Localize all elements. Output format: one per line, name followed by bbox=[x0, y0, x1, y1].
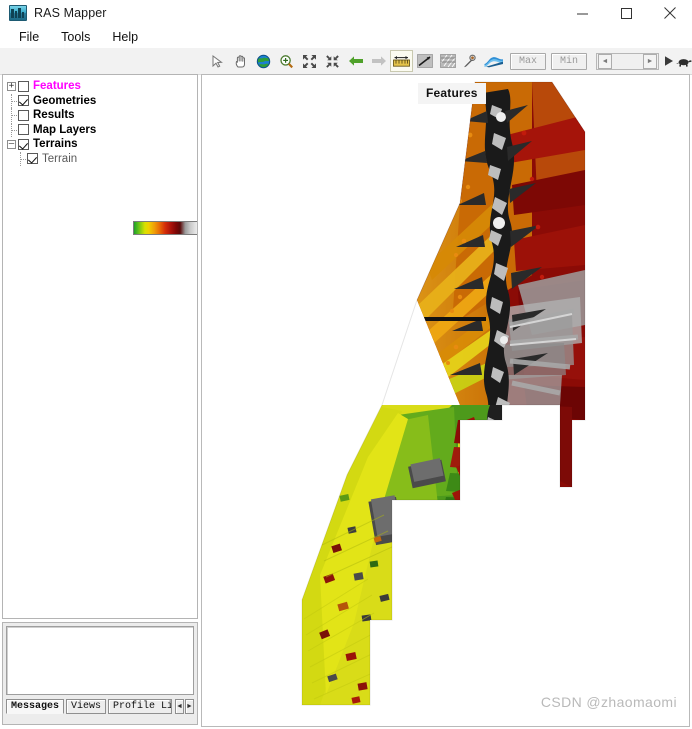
tree-node-map-layers[interactable]: Map Layers bbox=[7, 122, 197, 138]
tree-label-results: Results bbox=[33, 109, 75, 122]
tree-label-features: Features bbox=[33, 80, 81, 93]
back-arrow-icon[interactable] bbox=[344, 50, 367, 72]
tabs-scroll-right[interactable]: ► bbox=[185, 699, 194, 714]
tree-node-results[interactable]: Results bbox=[7, 108, 197, 123]
min-button[interactable]: Min bbox=[551, 52, 587, 70]
menu-bar: File Tools Help bbox=[0, 26, 692, 48]
checkbox-results[interactable] bbox=[18, 109, 29, 121]
tree-node-features[interactable]: + Features bbox=[7, 79, 197, 94]
tree-label-terrain: Terrain bbox=[42, 152, 78, 165]
expand-icon-features[interactable]: + bbox=[7, 81, 16, 91]
layers-tree-panel: + Features Geometries Results Map Layers bbox=[2, 74, 198, 619]
toolbar: Max Min ◄ ► bbox=[0, 48, 692, 75]
water-surface-icon[interactable] bbox=[482, 50, 505, 72]
checkbox-terrains[interactable] bbox=[18, 138, 29, 150]
tab-messages[interactable]: Messages bbox=[6, 699, 65, 714]
globe-icon[interactable] bbox=[252, 50, 275, 72]
pan-hand-icon[interactable] bbox=[229, 50, 252, 72]
messages-textarea[interactable] bbox=[6, 626, 194, 695]
measure-ruler-icon[interactable] bbox=[390, 50, 413, 72]
watermark: CSDN @zhaomaomi bbox=[540, 694, 677, 710]
tree-node-geometries[interactable]: Geometries bbox=[7, 93, 197, 109]
zoom-in-icon[interactable] bbox=[275, 50, 298, 72]
close-icon[interactable] bbox=[648, 0, 692, 26]
map-view[interactable]: Features CSDN @zhaomaomi bbox=[201, 74, 690, 727]
menu-help[interactable]: Help bbox=[102, 28, 148, 46]
forward-arrow-icon[interactable] bbox=[367, 50, 390, 72]
checkbox-map-layers[interactable] bbox=[18, 124, 29, 136]
select-arrow-icon[interactable] bbox=[206, 50, 229, 72]
bottom-panel: Messages Views Profile Line ◄ ► bbox=[2, 622, 198, 725]
tree-label-map-layers: Map Layers bbox=[33, 123, 97, 136]
map-layer-label: Features bbox=[418, 83, 486, 104]
collapse-icon-terrains[interactable]: – bbox=[7, 139, 16, 149]
checkbox-terrain[interactable] bbox=[27, 153, 38, 165]
tree-node-terrains[interactable]: – Terrains bbox=[7, 137, 197, 152]
tree-connector bbox=[7, 108, 18, 123]
window-title: RAS Mapper bbox=[34, 6, 107, 20]
tree-connector bbox=[7, 93, 18, 108]
tabs-scroll-left[interactable]: ◄ bbox=[175, 699, 185, 714]
slider-left-arrow[interactable]: ◄ bbox=[598, 53, 612, 69]
title-bar: RAS Mapper bbox=[0, 0, 692, 27]
tree-label-geometries: Geometries bbox=[33, 94, 97, 107]
terrain-colorbar bbox=[133, 221, 197, 235]
zoom-to-extent-icon[interactable] bbox=[298, 50, 321, 72]
zoom-out-icon[interactable] bbox=[321, 50, 344, 72]
stamp-tool-icon[interactable] bbox=[459, 50, 482, 72]
layers-tree: + Features Geometries Results Map Layers bbox=[3, 75, 197, 166]
turtle-icon[interactable] bbox=[675, 51, 692, 71]
max-button[interactable]: Max bbox=[510, 52, 546, 70]
ras-mapper-window: RAS Mapper File Tools Help Max Min ◄ ► +… bbox=[0, 0, 692, 729]
tree-label-terrains: Terrains bbox=[33, 138, 78, 151]
window-controls bbox=[560, 0, 692, 26]
tree-node-terrain[interactable]: Terrain bbox=[7, 151, 197, 167]
play-icon[interactable] bbox=[663, 51, 675, 71]
menu-file[interactable]: File bbox=[9, 28, 49, 46]
slider-right-arrow[interactable]: ► bbox=[643, 53, 657, 69]
tab-profile-line[interactable]: Profile Line bbox=[108, 699, 173, 714]
tab-views[interactable]: Views bbox=[66, 699, 107, 714]
profile-line-icon[interactable] bbox=[413, 50, 436, 72]
minimize-icon[interactable] bbox=[560, 0, 604, 26]
terrain-raster bbox=[202, 75, 689, 726]
ras-mapper-icon bbox=[9, 5, 27, 21]
hatch-grid-icon[interactable] bbox=[436, 50, 459, 72]
maximize-icon[interactable] bbox=[604, 0, 648, 26]
menu-tools[interactable]: Tools bbox=[51, 28, 100, 46]
tree-connector bbox=[7, 122, 18, 137]
bottom-tabs: Messages Views Profile Line ◄ ► bbox=[6, 698, 194, 714]
checkbox-features[interactable] bbox=[18, 80, 29, 92]
tree-connector bbox=[16, 151, 27, 166]
checkbox-geometries[interactable] bbox=[18, 95, 29, 107]
animation-slider[interactable]: ◄ ► bbox=[596, 52, 659, 70]
